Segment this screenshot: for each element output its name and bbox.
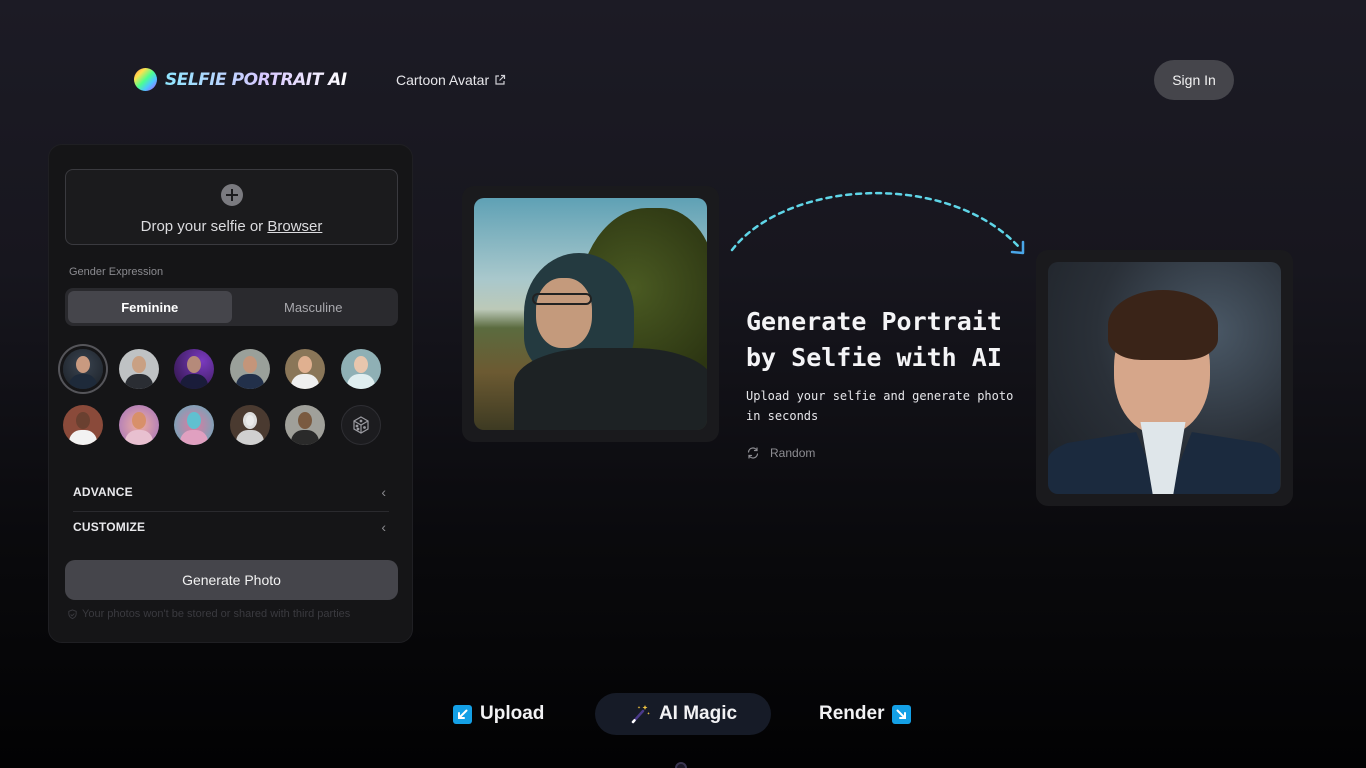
privacy-text: Your photos won't be stored or shared wi… [82,608,351,620]
style-option-press-conference[interactable] [229,349,270,389]
browse-link[interactable]: Browser [267,218,322,235]
gender-option-masculine[interactable]: Masculine [232,291,396,323]
style-option-business-suit-grey[interactable] [118,349,159,389]
gender-toggle: Feminine Masculine [65,288,398,326]
avatar-face [298,412,313,429]
style-option-holi-festival[interactable] [174,405,215,445]
avatar-body [180,430,209,445]
transform-arrow-icon [730,191,1025,255]
selfie-dropzone[interactable]: Drop your selfie or Browser [65,169,398,245]
random-label: Random [770,446,816,460]
avatar-body [124,430,153,445]
hero-title-line2: by Selfie with AI [746,343,1002,372]
avatar-body [69,374,97,389]
avatar-face [131,412,146,429]
input-selfie-frame [462,186,719,442]
arrow-down-left-icon [453,704,472,724]
step-ai-magic-label: AI Magic [658,703,738,724]
accordion-customize[interactable]: CUSTOMIZE ‹ [73,510,386,544]
generator-panel: Drop your selfie or Browser Gender Expre… [48,144,413,643]
logo-icon [134,68,157,91]
sign-in-button[interactable]: Sign In [1154,60,1234,100]
avatar-body [180,374,209,389]
generate-photo-button[interactable]: Generate Photo [65,560,398,600]
style-option-studio-portrait-suit[interactable] [63,349,103,389]
gender-expression-label: Gender Expression [69,266,164,278]
arrow-down-right-icon [892,704,912,724]
style-option-doctor-coat[interactable] [285,349,326,389]
step-ai-magic[interactable]: AI Magic [595,693,771,735]
dice-icon [353,416,369,434]
style-grid [63,349,393,445]
selfie-photo [474,198,707,430]
dropzone-text: Drop your selfie or Browser [66,218,397,235]
style-option-athlete[interactable] [63,405,103,445]
style-option-street-friends[interactable] [285,405,326,445]
nav-link-cartoon-avatar[interactable]: Cartoon Avatar [396,72,506,88]
avatar-face [76,412,90,429]
dropzone-label: Drop your selfie or [140,218,264,235]
accordion-customize-label: CUSTOMIZE [73,520,146,534]
avatar-face [187,356,202,373]
style-option-clinic-portrait[interactable] [340,349,381,389]
photo-face [536,278,592,348]
nav-link-label: Cartoon Avatar [396,72,490,88]
chevron-left-icon: ‹ [381,519,386,535]
scroll-indicator[interactable] [675,762,687,768]
avatar-face [187,412,202,429]
avatar-face [76,356,90,373]
photo-jacket [514,348,707,430]
style-option-astronaut[interactable] [229,405,270,445]
refresh-icon [747,447,759,459]
avatar-face [242,412,257,429]
step-render[interactable]: Render [819,693,912,735]
step-render-label: Render [819,703,885,724]
avatar-face [131,356,146,373]
avatar-face [242,356,257,373]
generated-portrait [1048,262,1281,494]
privacy-note: Your photos won't be stored or shared wi… [67,608,350,620]
photo-glasses [532,293,592,305]
random-button[interactable]: Random [746,446,815,460]
avatar-face [353,356,368,373]
logo[interactable]: SELFIE PORTRAIT AI [134,68,347,91]
avatar-body [69,430,97,445]
step-upload[interactable]: Upload [453,693,544,735]
style-option-random-dice[interactable] [340,405,381,445]
avatar-body [291,430,320,445]
avatar-body [346,374,375,389]
plus-circle-icon [221,184,243,206]
magic-wand-icon [631,705,650,724]
output-portrait-frame [1036,250,1293,506]
avatar-body [235,374,264,389]
avatar-body [235,430,264,445]
process-steps: Upload AI Magic Render [0,693,1366,735]
hero-title-line1: Generate Portrait [746,307,1002,336]
step-upload-label: Upload [480,703,545,724]
external-link-icon [495,74,506,85]
style-option-purple-light-suit[interactable] [174,349,215,389]
avatar-body [124,374,153,389]
accordion-advance-label: ADVANCE [73,485,133,499]
accordion-advance[interactable]: ADVANCE ‹ [73,475,386,509]
shield-check-icon [68,608,77,619]
portrait-hair [1108,290,1218,360]
avatar-face [298,356,313,373]
hero-subtitle: Upload your selfie and generate photo in… [746,389,1014,423]
hero-title: Generate Portrait by Selfie with AI [746,304,1026,376]
gender-option-feminine[interactable]: Feminine [68,291,232,323]
chevron-left-icon: ‹ [381,484,386,500]
style-option-pastel-dream[interactable] [118,405,159,445]
avatar-body [291,374,320,389]
logo-text: SELFIE PORTRAIT AI [165,69,347,90]
